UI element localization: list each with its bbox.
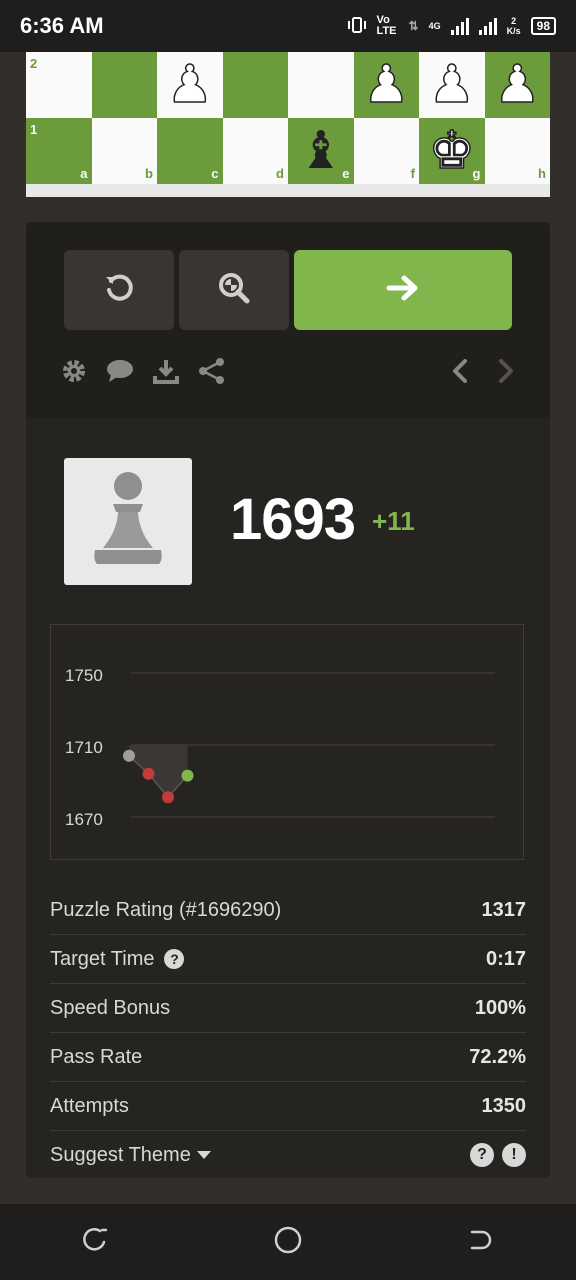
stat-label: Pass Rate — [50, 1045, 143, 1068]
pawn-icon — [83, 464, 173, 579]
file-label: d — [276, 166, 284, 181]
black-bishop-e1[interactable]: ♝ — [297, 125, 344, 177]
puzzle-panel: 1693 +11 1750 1710 1670 Puzzle Rating (#… — [26, 222, 550, 1178]
share-button[interactable] — [196, 357, 228, 389]
white-pawn-c2[interactable]: ♟ — [166, 58, 214, 112]
download-icon — [152, 357, 180, 390]
signal-label: 4G — [428, 21, 441, 31]
signal-icon-2 — [478, 17, 497, 35]
chat-button[interactable] — [104, 357, 136, 389]
current-rating: 1693 — [230, 487, 356, 552]
stat-label: Target Time — [50, 947, 155, 970]
puzzle-avatar — [64, 458, 192, 585]
stat-value: 0:17 — [485, 947, 526, 970]
recents-button[interactable] — [82, 1226, 110, 1259]
chess-board[interactable]: ♟ ♟ 2 ♟ ♟ ♟ ♟ 1a b c d ♝e f ♚g h — [26, 52, 550, 197]
net-speed-value: 2 — [511, 16, 517, 26]
system-nav-bar — [0, 1204, 576, 1280]
y-tick-label: 1670 — [65, 810, 103, 829]
stat-row: Puzzle Rating (#1696290) 1317 — [50, 886, 526, 935]
data-arrows-icon: ⇅ — [408, 19, 419, 33]
stat-value: 1350 — [481, 1094, 527, 1117]
stat-row: Attempts 1350 — [50, 1082, 526, 1131]
rating-point — [181, 769, 194, 782]
rating-delta: +11 — [372, 506, 415, 536]
stat-label: Attempts — [50, 1094, 129, 1117]
file-label: f — [410, 166, 415, 181]
chevron-left-icon — [450, 357, 470, 390]
help-icon[interactable]: ? — [164, 949, 185, 969]
report-icon[interactable]: ! — [502, 1143, 526, 1167]
stat-label-container: Target Time ? — [50, 947, 185, 971]
rank-label: 1 — [30, 122, 38, 137]
rating-point — [123, 749, 135, 762]
arrow-right-icon — [386, 273, 420, 308]
stat-row: Pass Rate 72.2% — [50, 1033, 526, 1082]
stat-label: Puzzle Rating (#1696290) — [50, 898, 282, 921]
rating-area — [129, 745, 188, 798]
caret-down-icon — [196, 1151, 211, 1159]
retry-button[interactable] — [64, 250, 174, 330]
suggest-theme-dropdown[interactable]: Suggest Theme — [50, 1144, 211, 1167]
controls-area — [26, 222, 550, 418]
y-tick-label: 1710 — [65, 738, 103, 757]
suggest-theme-row: Suggest Theme ? ! — [50, 1131, 526, 1178]
file-label: a — [80, 166, 88, 181]
rating-point — [142, 767, 155, 780]
retry-icon — [102, 271, 136, 310]
stat-row: Target Time ? 0:17 — [50, 935, 526, 984]
rank-label: 2 — [30, 56, 38, 71]
white-king-g1[interactable]: ♚ — [428, 124, 476, 178]
file-label: g — [472, 166, 481, 181]
net-speed-unit: K/s — [506, 26, 521, 36]
puzzle-stats: Puzzle Rating (#1696290) 1317 Target Tim… — [50, 886, 526, 1178]
file-label: e — [342, 166, 350, 181]
rating-point — [162, 791, 174, 804]
file-label: h — [538, 166, 546, 181]
white-pawn-g2[interactable]: ♟ — [428, 58, 476, 112]
vibrate-icon — [347, 16, 367, 36]
analysis-icon — [216, 270, 252, 311]
white-pawn-h2[interactable]: ♟ — [493, 58, 541, 112]
stat-row: Speed Bonus 100% — [50, 984, 526, 1033]
home-button[interactable] — [273, 1225, 303, 1260]
back-button[interactable] — [466, 1226, 494, 1259]
stat-value: 100% — [474, 996, 526, 1019]
download-button[interactable] — [150, 357, 182, 389]
next-puzzle-button[interactable] — [294, 250, 512, 330]
rating-graph: 1750 1710 1670 — [50, 624, 524, 860]
file-label: b — [145, 166, 153, 181]
settings-button[interactable] — [58, 357, 90, 389]
chevron-right-icon — [496, 357, 516, 390]
gear-icon — [60, 357, 88, 390]
next-move-button[interactable] — [490, 357, 522, 389]
status-icons: Vo LTE ⇅ 4G 2 K/s 98 — [347, 15, 556, 37]
y-tick-label: 1750 — [65, 666, 103, 685]
question-icon[interactable]: ? — [470, 1143, 494, 1167]
battery-icon: 98 — [530, 17, 556, 35]
white-pawn-f2[interactable]: ♟ — [362, 58, 410, 112]
suggest-actions: ? ! — [470, 1143, 526, 1167]
rating-chart: 1750 1710 1670 — [65, 666, 495, 829]
status-bar: 6:36 AM Vo LTE ⇅ 4G 2 K/s 98 — [0, 0, 576, 52]
file-label: c — [211, 166, 219, 181]
network-label: Vo LTE — [376, 14, 397, 37]
suggest-theme-label: Suggest Theme — [50, 1143, 191, 1166]
net-speed: 2 K/s — [507, 16, 521, 36]
previous-move-button[interactable] — [444, 357, 476, 389]
chat-bubble-icon — [105, 358, 135, 389]
signal-icon — [450, 17, 469, 35]
share-icon — [197, 356, 227, 391]
analysis-button[interactable] — [179, 250, 289, 330]
stat-value: 1317 — [481, 898, 527, 921]
stat-value: 72.2% — [469, 1045, 526, 1068]
stat-label: Speed Bonus — [50, 996, 171, 1019]
status-time: 6:36 AM — [20, 13, 104, 38]
